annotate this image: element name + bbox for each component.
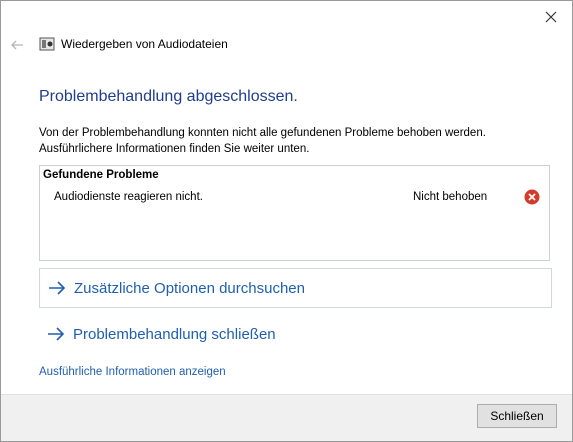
arrow-right-icon bbox=[49, 281, 66, 295]
window-title: Wiedergeben von Audiodateien bbox=[61, 37, 228, 51]
close-button[interactable]: Schließen bbox=[477, 404, 557, 428]
found-problems-box: Gefundene Probleme Audiodienste reagiere… bbox=[39, 165, 550, 261]
problem-text: Audiodienste reagieren nicht. bbox=[54, 191, 203, 203]
footer-bar: Schließen bbox=[1, 394, 572, 441]
description-line-2: Ausführlichere Informationen finden Sie … bbox=[39, 143, 310, 155]
arrow-right-icon bbox=[48, 327, 65, 341]
troubleshooter-window: Wiedergeben von Audiodateien Problembeha… bbox=[0, 0, 573, 442]
window-title-row: Wiedergeben von Audiodateien bbox=[39, 37, 228, 51]
more-options-label: Zusätzliche Optionen durchsuchen bbox=[74, 279, 305, 297]
speaker-app-icon bbox=[39, 37, 55, 51]
close-troubleshooter-link[interactable]: Problembehandlung schließen bbox=[39, 314, 552, 354]
found-problems-title: Gefundene Probleme bbox=[43, 169, 159, 181]
more-options-link[interactable]: Zusätzliche Optionen durchsuchen bbox=[39, 268, 552, 308]
error-icon bbox=[524, 189, 540, 205]
close-icon[interactable] bbox=[538, 6, 564, 28]
show-details-link[interactable]: Ausführliche Informationen anzeigen bbox=[39, 366, 226, 378]
description-line-1: Von der Problembehandlung konnten nicht … bbox=[39, 127, 486, 139]
close-troubleshooter-label: Problembehandlung schließen bbox=[73, 325, 276, 343]
description: Von der Problembehandlung konnten nicht … bbox=[39, 125, 539, 157]
problem-status: Nicht behoben bbox=[413, 191, 488, 203]
page-heading: Problembehandlung abgeschlossen. bbox=[39, 88, 298, 105]
back-arrow-icon[interactable] bbox=[9, 37, 25, 53]
